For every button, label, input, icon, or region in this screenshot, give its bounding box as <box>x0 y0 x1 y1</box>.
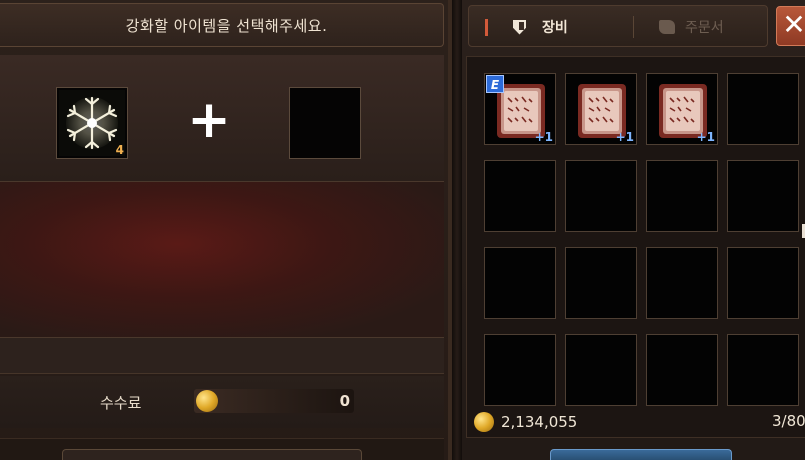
inventory-capacity: 3/80 <box>772 412 805 430</box>
inventory-slot[interactable] <box>646 247 718 319</box>
gold-coin-icon <box>196 390 218 412</box>
inventory-slot[interactable] <box>727 247 799 319</box>
plus-icon: + <box>187 90 231 150</box>
inventory-slot[interactable] <box>727 73 799 145</box>
inventory-panel: 장비 주문서 ✕ E +1 +1 +1 <box>462 0 805 460</box>
inventory-slot[interactable]: +1 <box>565 73 637 145</box>
inventory-slot[interactable] <box>565 334 637 406</box>
item-count: 4 <box>115 143 124 157</box>
inventory-tab-bar: 장비 주문서 <box>468 5 768 47</box>
inventory-slot[interactable] <box>565 247 637 319</box>
close-button[interactable]: ✕ <box>776 6 805 46</box>
enhance-slot-area: 4 + <box>0 55 444 182</box>
inventory-action-button[interactable] <box>550 449 732 460</box>
tab-equipment[interactable]: 장비 <box>513 16 568 38</box>
tab-scrolls[interactable]: 주문서 <box>659 16 724 38</box>
inventory-grid: E +1 +1 +1 <box>466 56 805 438</box>
active-tab-indicator <box>485 19 488 36</box>
inventory-slot[interactable] <box>484 247 556 319</box>
inventory-slot[interactable] <box>727 160 799 232</box>
gold-display: 2,134,055 <box>474 410 577 434</box>
inventory-slot[interactable] <box>565 160 637 232</box>
inventory-slot[interactable] <box>727 334 799 406</box>
equipped-badge: E <box>486 75 504 93</box>
enhance-level: +1 <box>615 130 634 144</box>
enhance-effect-area <box>0 182 444 338</box>
tab-equipment-label: 장비 <box>542 20 568 36</box>
enhance-header: 강화할 아이템을 선택해주세요. <box>0 3 444 47</box>
enhance-level: +1 <box>534 130 553 144</box>
enhance-info-strip <box>0 338 444 374</box>
panel-divider <box>452 0 462 460</box>
enhance-instruction: 강화할 아이템을 선택해주세요. <box>125 16 328 35</box>
tab-scrolls-label: 주문서 <box>685 20 724 36</box>
tab-separator <box>633 16 634 38</box>
inventory-slot[interactable] <box>484 160 556 232</box>
enhance-level: +1 <box>696 130 715 144</box>
gold-coin-icon <box>474 412 494 432</box>
inventory-slot[interactable] <box>646 160 718 232</box>
enhance-source-slot[interactable]: 4 <box>56 87 128 159</box>
fee-value: 0 <box>339 392 350 410</box>
scroll-icon <box>659 20 675 34</box>
inventory-slot[interactable] <box>646 334 718 406</box>
inventory-slot[interactable]: +1 <box>646 73 718 145</box>
gold-amount: 2,134,055 <box>501 413 578 431</box>
enhance-target-slot[interactable] <box>289 87 361 159</box>
inventory-slot[interactable]: E +1 <box>484 73 556 145</box>
enhance-button[interactable] <box>62 449 362 460</box>
inventory-slot[interactable] <box>484 334 556 406</box>
shield-icon <box>513 19 526 35</box>
fee-label: 수수료 <box>100 394 142 412</box>
